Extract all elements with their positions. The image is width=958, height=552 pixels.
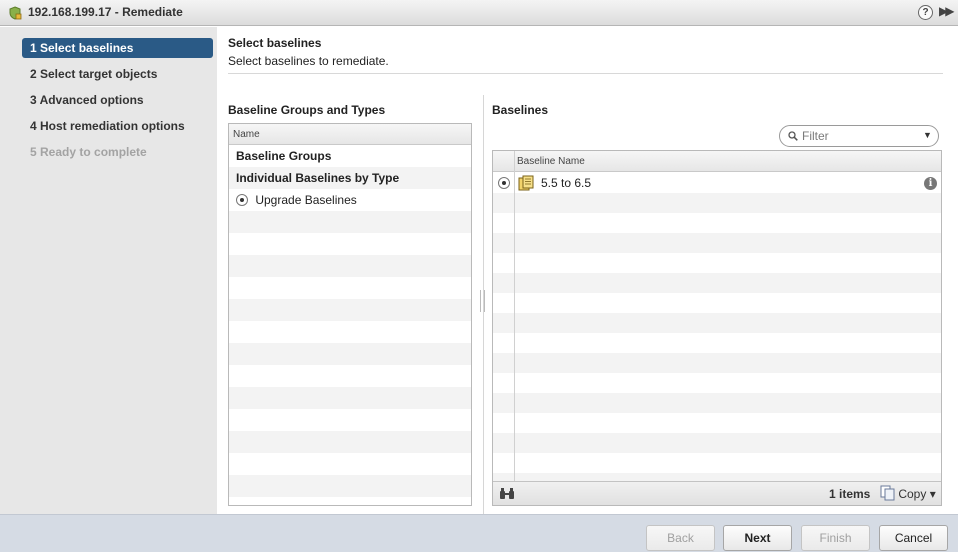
empty-row [493,413,941,433]
filter-input[interactable] [802,128,917,144]
finish-button[interactable]: Finish [801,525,870,551]
items-count: 1 items [829,487,871,501]
grid-footer: 1 items Copy ▾ [493,481,941,505]
empty-row [493,253,941,273]
list-item-baseline-groups[interactable]: Baseline Groups [229,145,471,167]
cancel-button[interactable]: Cancel [879,525,948,551]
upgrade-baseline-icon [518,175,534,191]
selection-column-divider [514,151,515,481]
list-item-individual-baselines[interactable]: Individual Baselines by Type [229,167,471,189]
list-item-label: Upgrade Baselines [255,193,357,207]
splitter-grip-handle[interactable] [480,290,485,312]
binoculars-icon[interactable] [499,487,515,500]
info-icon[interactable]: i [924,177,937,190]
empty-row [493,333,941,353]
empty-row [493,353,941,373]
name-column-header[interactable]: Name [229,124,471,145]
baseline-name: 5.5 to 6.5 [541,176,592,190]
help-icon[interactable]: ? [918,5,933,20]
empty-row [493,393,941,413]
baseline-name-column-header[interactable]: Baseline Name [493,151,941,172]
empty-row [493,313,941,333]
title-bar: 192.168.199.17 - Remediate ? ▶▶ [0,0,958,26]
baselines-grid: Baseline Name 5.5 to 6.5 i 1 items Copy … [492,150,942,506]
window-title: 192.168.199.17 - Remediate [28,5,183,19]
upgrade-baselines-radio[interactable] [236,194,248,206]
filter-box[interactable]: ▼ [779,125,939,147]
copy-icon [880,485,895,501]
page-title: Select baselines [228,36,322,50]
baseline-groups-title: Baseline Groups and Types [228,103,386,117]
step-advanced-options[interactable]: 3 Advanced options [22,90,213,110]
remediate-shield-icon [9,6,22,20]
step-select-baselines[interactable]: 1 Select baselines [22,38,213,58]
empty-row [493,193,941,213]
empty-row [493,453,941,473]
list-item-label: Baseline Groups [236,149,332,163]
list-item-upgrade-baselines[interactable]: Upgrade Baselines [229,189,471,211]
step-host-remediation-options[interactable]: 4 Host remediation options [22,116,213,136]
page-subtitle: Select baselines to remediate. [228,54,389,68]
next-button[interactable]: Next [723,525,792,551]
search-icon [788,131,798,141]
baselines-title: Baselines [492,103,549,117]
step-select-target-objects[interactable]: 2 Select target objects [22,64,213,84]
back-button[interactable]: Back [646,525,715,551]
baseline-select-radio[interactable] [498,177,510,189]
header-divider [228,73,943,74]
copy-button[interactable]: Copy ▾ [880,485,936,501]
chevron-down-icon[interactable]: ▼ [923,130,932,140]
button-bar: Back Next Finish Cancel [0,514,958,552]
table-row[interactable]: 5.5 to 6.5 i [493,173,941,193]
empty-row [493,233,941,253]
empty-row [493,213,941,233]
step-ready-to-complete: 5 Ready to complete [30,145,147,159]
list-item-label: Individual Baselines by Type [236,171,400,185]
empty-row [493,373,941,393]
baseline-groups-grid: Name Baseline Groups Individual Baseline… [228,123,472,506]
expand-icon[interactable]: ▶▶ [939,4,955,18]
empty-row [493,273,941,293]
empty-row [493,433,941,453]
copy-label: Copy ▾ [898,487,936,501]
empty-row [493,293,941,313]
